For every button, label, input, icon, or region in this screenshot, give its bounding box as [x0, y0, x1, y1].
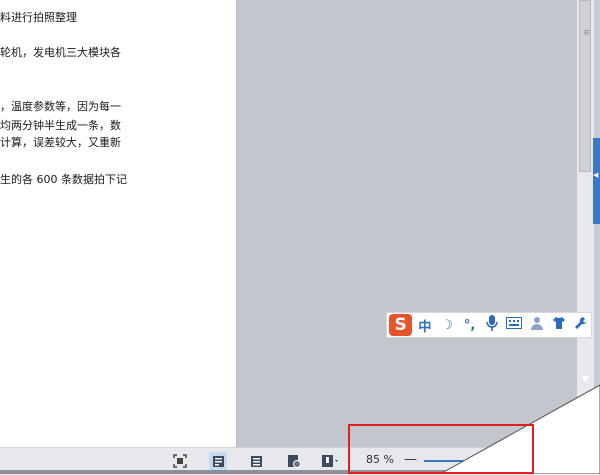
highlight-box: [348, 424, 534, 474]
magnifier-callout: [438, 384, 600, 474]
